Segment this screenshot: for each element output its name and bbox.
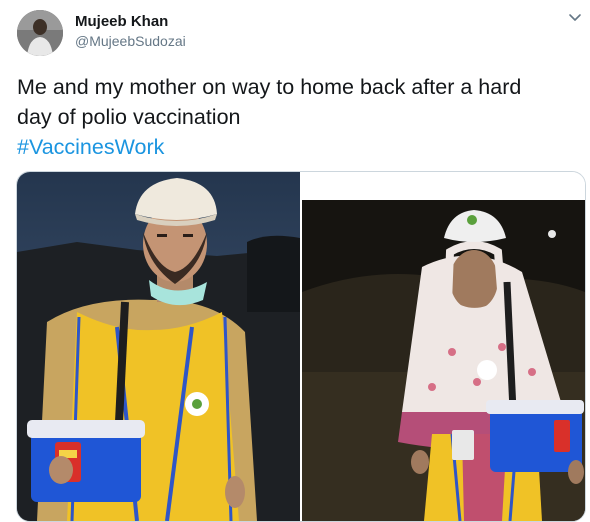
tweet-text: Me and my mother on way to home back aft… bbox=[17, 72, 577, 162]
hashtag-link[interactable]: #VaccinesWork bbox=[17, 135, 164, 159]
tweet-text-line-2: day of polio vaccination bbox=[17, 105, 241, 129]
tweet-text-line-1: Me and my mother on way to home back aft… bbox=[17, 75, 522, 99]
author-name[interactable]: Mujeeb Khan bbox=[75, 13, 168, 30]
photo-son[interactable] bbox=[17, 172, 300, 521]
media-grid bbox=[16, 171, 586, 522]
author-avatar[interactable] bbox=[17, 10, 63, 56]
author-handle[interactable]: @MujeebSudozai bbox=[75, 33, 186, 49]
photo-mother[interactable] bbox=[302, 172, 585, 521]
chevron-down-icon[interactable] bbox=[567, 9, 583, 25]
